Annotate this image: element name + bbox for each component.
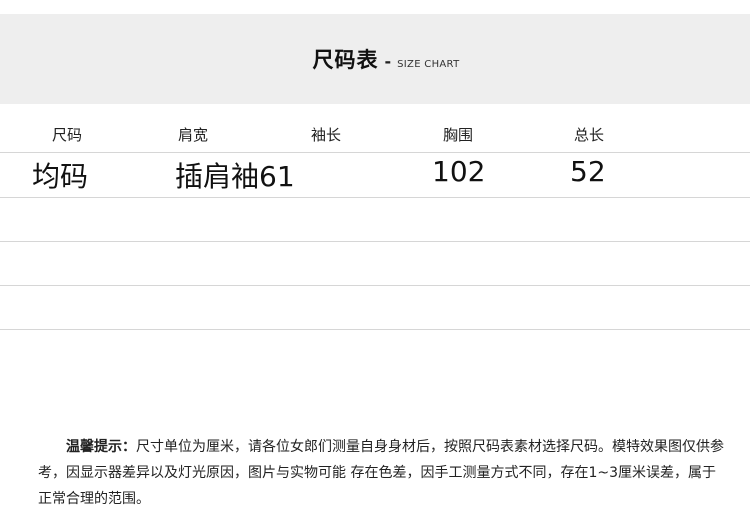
column-header-size: 尺码 [52,126,83,144]
note-label: 温馨提示： [66,439,136,455]
size-chart-title: 尺码表 [312,48,379,72]
cell-shoulder: 插肩袖61 [175,160,295,193]
title-separator: - [384,52,392,71]
note-text: 尺寸单位为厘米，请各位女郎们测量自身身材后，按照尺码表素材选择尺码。模特效果图仅… [38,439,724,507]
table-row: 均码 插肩袖61 102 52 [0,153,750,198]
empty-table-row [0,242,750,286]
column-header-shoulder: 肩宽 [178,126,209,144]
size-chart-header: 尺码表 - SIZE CHART [0,14,750,104]
column-header-length: 总长 [574,126,605,144]
column-header-sleeve: 袖长 [311,126,342,144]
column-header-bust: 胸围 [443,126,474,144]
empty-table-row [0,198,750,242]
cell-size: 均码 [32,160,89,193]
cell-length: 52 [570,155,606,188]
cell-bust: 102 [432,155,486,188]
empty-table-row [0,286,750,330]
table-header-row: 尺码 肩宽 袖长 胸围 总长 [0,112,750,153]
size-note: 温馨提示：尺寸单位为厘米，请各位女郎们测量自身身材后，按照尺码表素材选择尺码。模… [38,434,728,512]
size-table: 尺码 肩宽 袖长 胸围 总长 均码 插肩袖61 102 52 [0,112,750,330]
header-title-group: 尺码表 - SIZE CHART [313,44,460,74]
size-chart-subtitle: SIZE CHART [397,59,460,70]
